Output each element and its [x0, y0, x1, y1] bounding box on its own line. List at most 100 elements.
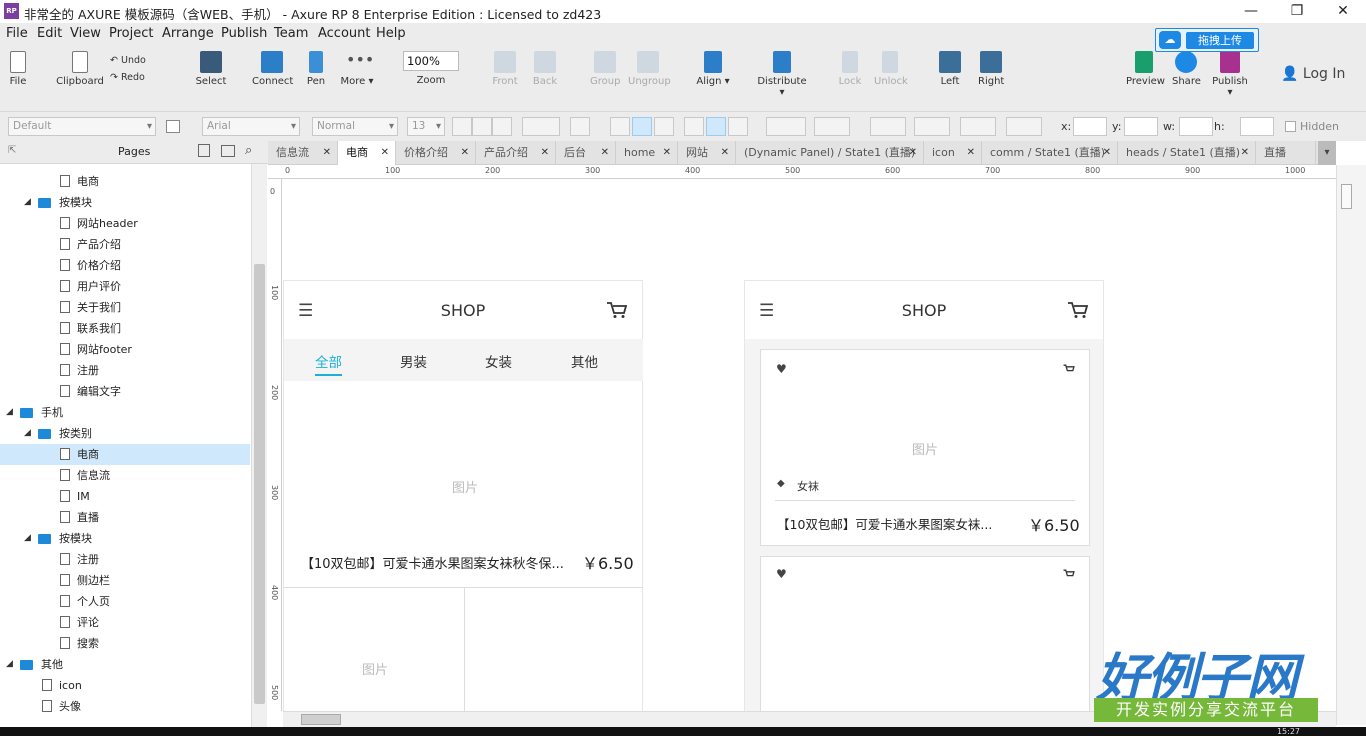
tree-page[interactable]: 编辑文字	[0, 381, 250, 402]
valign-bottom-button[interactable]	[728, 117, 748, 136]
upload-widget[interactable]: ☁ 拖拽上传	[1155, 28, 1259, 52]
minimize-button[interactable]: —	[1228, 0, 1274, 23]
menu-publish[interactable]: Publish	[221, 26, 267, 41]
line-style-button[interactable]	[960, 117, 996, 136]
tab-list-dropdown[interactable]: ▾	[1318, 141, 1336, 165]
product-card[interactable]: ♥	[760, 556, 1090, 711]
product-card[interactable]: ♥ 图片 ◆ 女袜 【10双包邮】可爱卡通水果图案女袜... ￥6.50	[760, 349, 1090, 546]
tab-8[interactable]: icon ✕	[924, 141, 982, 165]
close-button[interactable]: ✕	[1320, 0, 1366, 23]
tree-folder[interactable]: ◢ 按模块	[0, 528, 250, 549]
h-input[interactable]	[1240, 117, 1274, 136]
scroll-thumb[interactable]	[1341, 184, 1352, 209]
fill-color-button[interactable]	[766, 117, 806, 136]
expand-toggle-icon[interactable]: ◢	[6, 402, 13, 423]
close-icon[interactable]: ✕	[461, 141, 469, 165]
file-button[interactable]: File	[6, 51, 30, 87]
tab-4[interactable]: 后台 ✕	[556, 141, 616, 165]
close-icon[interactable]: ✕	[721, 141, 729, 165]
menu-account[interactable]: Account	[318, 26, 371, 41]
weight-select[interactable]: Normal	[312, 117, 398, 136]
w-input[interactable]	[1179, 117, 1213, 136]
expand-toggle-icon[interactable]: ◢	[24, 423, 31, 444]
scroll-thumb[interactable]	[301, 714, 341, 725]
x-input[interactable]	[1073, 117, 1107, 136]
search-icon[interactable]: ⌕	[245, 143, 252, 158]
close-icon[interactable]: ✕	[663, 141, 671, 165]
tree-folder[interactable]: ◢ 按模块	[0, 192, 250, 213]
distribute-button[interactable]: Distribute ▾	[756, 51, 808, 98]
preview-button[interactable]: Preview	[1126, 51, 1165, 87]
menu-edit[interactable]: Edit	[37, 26, 62, 41]
tab-10[interactable]: heads / State1 (直播) ✕	[1118, 141, 1256, 165]
align-left-button[interactable]	[610, 117, 630, 136]
cat-tab-women[interactable]: 女装	[485, 351, 512, 371]
zoom-control[interactable]: 100% Zoom	[403, 51, 459, 86]
tree-page[interactable]: 评论	[0, 612, 250, 633]
zoom-select[interactable]: 100%	[403, 51, 459, 71]
group-button[interactable]: Group	[590, 51, 620, 87]
valign-top-button[interactable]	[684, 117, 704, 136]
add-page-icon[interactable]	[198, 144, 210, 157]
left-button[interactable]: Left	[938, 51, 962, 87]
menu-arrange[interactable]: Arrange	[162, 26, 214, 41]
menu-project[interactable]: Project	[109, 26, 153, 41]
tree-page[interactable]: 电商	[0, 171, 250, 192]
tree-page[interactable]: 直播	[0, 507, 250, 528]
align-center-button[interactable]	[632, 117, 652, 136]
bold-button[interactable]	[452, 117, 472, 136]
line-color-button[interactable]	[870, 117, 906, 136]
tree-page[interactable]: 个人页	[0, 591, 250, 612]
arrow-style-button[interactable]	[1006, 117, 1042, 136]
tree-page[interactable]: 产品介绍	[0, 234, 250, 255]
tab-11[interactable]: 直播	[1256, 141, 1316, 165]
heart-icon[interactable]: ♥	[776, 567, 787, 581]
maximize-button[interactable]: ❐	[1274, 0, 1320, 23]
tree-page[interactable]: 价格介绍	[0, 255, 250, 276]
tab-6[interactable]: 网站 ✕	[678, 141, 736, 165]
canvas-vertical-scrollbar[interactable]	[1336, 165, 1366, 725]
add-folder-icon[interactable]	[221, 145, 235, 157]
tab-7[interactable]: (Dynamic Panel) / State1 (直播) ✕	[736, 141, 924, 165]
y-input[interactable]	[1124, 117, 1158, 136]
tree-page[interactable]: 侧边栏	[0, 570, 250, 591]
scroll-thumb[interactable]	[254, 264, 265, 704]
size-select[interactable]: 13	[407, 117, 445, 136]
add-cart-icon[interactable]	[1063, 364, 1075, 374]
expand-toggle-icon[interactable]: ◢	[6, 654, 13, 675]
tree-folder[interactable]: ◢ 按类别	[0, 423, 250, 444]
menu-team[interactable]: Team	[274, 26, 308, 41]
tree-page[interactable]: 网站footer	[0, 339, 250, 360]
tree-page[interactable]: 头像	[0, 696, 250, 717]
line-width-button[interactable]	[914, 117, 950, 136]
tree-page[interactable]: 注册	[0, 549, 250, 570]
tab-9[interactable]: comm / State1 (直播) ✕	[982, 141, 1118, 165]
italic-button[interactable]	[472, 117, 492, 136]
close-icon[interactable]: ✕	[323, 141, 331, 165]
tree-page[interactable]: IM	[0, 486, 250, 507]
font-select[interactable]: Arial	[202, 117, 300, 136]
align-button[interactable]: Align ▾	[696, 51, 730, 87]
menu-file[interactable]: File	[6, 26, 28, 41]
tree-page[interactable]: 搜索	[0, 633, 250, 654]
tree-folder[interactable]: ◢ 其他	[0, 654, 250, 675]
login-link[interactable]: 👤 Log In	[1281, 66, 1345, 82]
tree-page[interactable]: 电商	[0, 444, 250, 465]
front-button[interactable]: Front	[492, 51, 518, 87]
close-icon[interactable]: ✕	[1103, 141, 1111, 165]
lock-button[interactable]: Lock	[838, 51, 862, 87]
tree-page[interactable]: 关于我们	[0, 297, 250, 318]
unlock-button[interactable]: Unlock	[874, 51, 908, 87]
pages-scrollbar[interactable]	[251, 164, 267, 736]
collapse-icon[interactable]: ⇱	[8, 145, 16, 156]
valign-middle-button[interactable]	[706, 117, 726, 136]
design-canvas[interactable]: ☰ SHOP 全部 男装 女装 其他 图片 【10双包邮】可爱卡通水果图案女袜秋…	[283, 180, 1337, 711]
underline-button[interactable]	[492, 117, 512, 136]
menu-view[interactable]: View	[70, 26, 101, 41]
heart-icon[interactable]: ♥	[776, 362, 787, 376]
cart-icon[interactable]	[1067, 301, 1089, 319]
ungroup-button[interactable]: Ungroup	[628, 51, 671, 87]
redo-button[interactable]: ↷ Redo	[110, 72, 145, 83]
tree-page[interactable]: 用户评价	[0, 276, 250, 297]
expand-toggle-icon[interactable]: ◢	[24, 528, 31, 549]
